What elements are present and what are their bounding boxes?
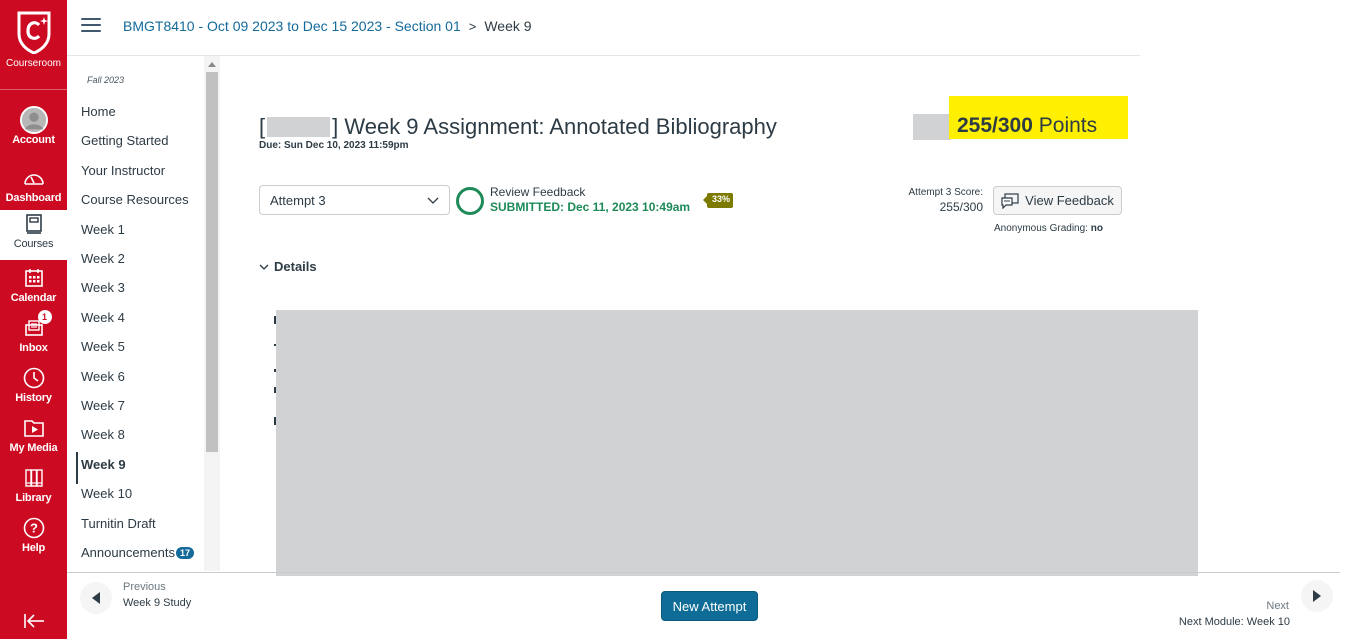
scroll-up-icon[interactable] [208,62,216,67]
similarity-score-badge[interactable]: 33% [702,193,734,208]
course-nav-week-7[interactable]: Week 7 [81,398,125,413]
page-header: BMGT8410 - Oct 09 2023 to Dec 15 2023 - … [67,0,1140,56]
calendar-icon [20,264,48,292]
redacted-block [267,117,331,137]
view-feedback-button[interactable]: View Feedback [993,186,1122,215]
course-nav-week-2[interactable]: Week 2 [81,251,125,266]
previous-label: Previous [123,581,166,593]
previous-item-link[interactable]: Week 9 Study [123,597,191,609]
announcements-label: Announcements [81,545,175,560]
help-icon: ? [20,514,48,542]
active-indicator [76,452,78,484]
course-nav-course-resources[interactable]: Course Resources [81,192,189,207]
course-term: Fall 2023 [87,75,125,85]
gnav-help[interactable]: ? Help [0,514,67,564]
new-attempt-button[interactable]: New Attempt [661,591,758,621]
course-nav: Fall 2023 Home Getting Started Your Inst… [67,56,220,571]
collapse-left-icon [23,614,44,628]
chevron-right-icon: > [468,18,477,34]
library-icon [20,464,48,492]
course-nav-week-10[interactable]: Week 10 [81,486,132,501]
chevron-down-icon [259,264,269,270]
attempt-select[interactable]: Attempt 3 [259,185,450,215]
previous-button[interactable] [80,582,112,614]
scrollbar-thumb[interactable] [206,72,218,452]
svg-text:?: ? [30,521,38,536]
gnav-calendar[interactable]: Calendar [0,264,67,314]
collapse-nav-button[interactable] [0,606,67,636]
course-nav-week-3[interactable]: Week 3 [81,280,125,295]
submission-status-ring-icon [456,187,484,215]
course-nav-scrollbar[interactable] [204,56,220,571]
course-nav-home[interactable]: Home [81,104,116,119]
course-nav-turnitin-draft[interactable]: Turnitin Draft [81,516,156,531]
course-nav-week-9[interactable]: Week 9 [81,457,126,472]
next-label: Next [1266,600,1289,612]
feedback-chat-icon [1001,192,1019,209]
footer-divider [67,572,1340,573]
points-total: 255/300 Points [957,114,1097,138]
points-label: Points [1038,114,1098,137]
redacted-block [913,114,951,140]
course-nav-your-instructor[interactable]: Your Instructor [81,163,165,178]
shield-logo-icon [17,11,50,54]
gnav-my-media[interactable]: My Media [0,414,67,464]
course-nav-getting-started[interactable]: Getting Started [81,133,168,148]
points-value: 255/300 [957,114,1033,137]
course-nav-week-4[interactable]: Week 4 [81,310,125,325]
submitted-status: SUBMITTED: Dec 11, 2023 10:49am [490,200,691,214]
gnav-inbox[interactable]: 1 Inbox [0,310,67,364]
assignment-title: [ ] Week 9 Assignment: Annotated Bibliog… [259,114,777,139]
speedometer-icon [20,164,48,192]
attempt-score-value: 255/300 [939,200,983,214]
redacted-description [276,310,1198,576]
global-nav: Courseroom Account Dashboard Courses Cal [0,0,67,639]
gnav-dashboard[interactable]: Dashboard [0,164,67,214]
breadcrumb-course[interactable]: BMGT8410 - Oct 09 2023 to Dec 15 2023 - … [123,18,461,34]
inbox-icon: 1 [20,310,52,342]
hamburger-menu-icon[interactable] [81,18,101,34]
attempt-select-value: Attempt 3 [270,193,326,208]
course-nav-week-8[interactable]: Week 8 [81,427,125,442]
media-folder-icon [20,414,48,442]
inbox-badge: 1 [37,310,52,324]
triangle-right-icon [1313,590,1321,602]
breadcrumb: BMGT8410 - Oct 09 2023 to Dec 15 2023 - … [123,18,532,34]
app-root: Courseroom Account Dashboard Courses Cal [0,0,1347,639]
announcements-badge: 17 [175,547,194,559]
next-item-link[interactable]: Next Module: Week 10 [1179,616,1290,628]
gnav-history[interactable]: History [0,364,67,414]
gnav-library[interactable]: Library [0,464,67,514]
breadcrumb-current: Week 9 [484,18,532,34]
triangle-left-icon [92,592,100,604]
brand-label: Courseroom [5,58,62,69]
attempt-score-label: Attempt 3 Score: [908,187,983,198]
clock-icon [20,364,48,392]
course-nav-week-1[interactable]: Week 1 [81,222,125,237]
avatar-icon [19,106,48,134]
course-nav-week-5[interactable]: Week 5 [81,339,125,354]
gnav-courses[interactable]: Courses [0,210,67,260]
review-feedback-link[interactable]: Review Feedback [490,185,585,199]
course-nav-announcements[interactable]: Announcements 17 [81,545,194,560]
due-date: Due: Sun Dec 10, 2023 11:59pm [259,140,409,151]
brand-logo[interactable]: Courseroom [0,0,67,90]
gnav-account[interactable]: Account [0,106,67,156]
chevron-down-icon [427,197,439,204]
anonymous-grading: Anonymous Grading: no [994,223,1103,234]
course-nav-week-6[interactable]: Week 6 [81,369,125,384]
book-icon [20,210,48,238]
next-button[interactable] [1301,580,1333,612]
details-toggle[interactable]: Details [259,259,317,274]
